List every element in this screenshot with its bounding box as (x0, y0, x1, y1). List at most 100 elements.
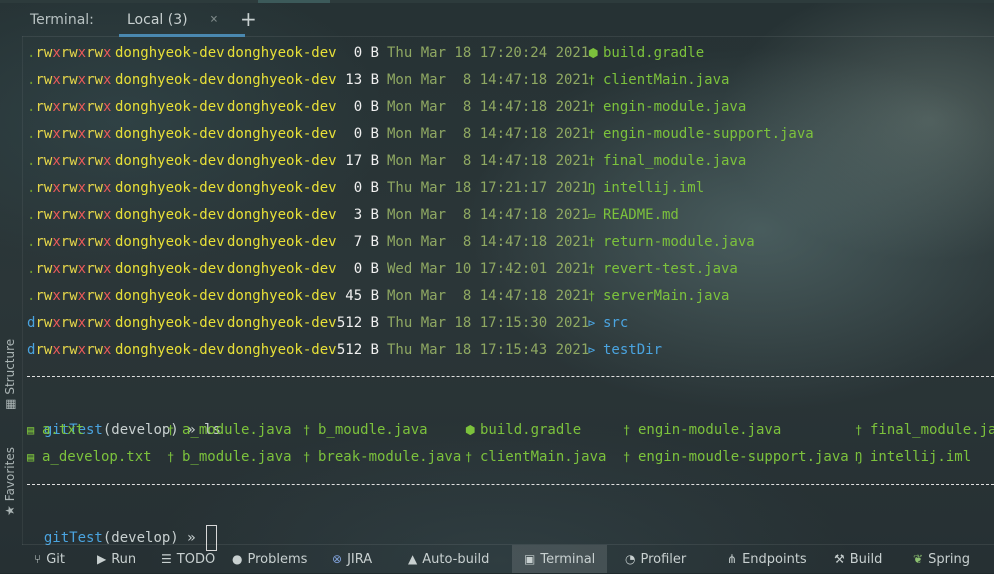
ls-file-name[interactable]: break-module.java (318, 444, 461, 471)
file-size: 0 B (353, 180, 379, 196)
file-name[interactable]: revert-test.java (603, 256, 738, 283)
file-size: 0 B (353, 261, 379, 277)
git-tool-button[interactable]: ⑂ Git (34, 545, 65, 573)
jira-tool-button[interactable]: ⊗ JIRA (332, 545, 372, 573)
java-icon: † (465, 450, 473, 464)
ls-file-name[interactable]: clientMain.java (480, 444, 606, 471)
java-icon: † (588, 73, 596, 87)
ls-file-name[interactable]: b_module.java (182, 444, 292, 471)
intellij-icon: Ŋ (855, 450, 863, 464)
modified-date: Mon Mar 8 14:47:18 2021 (387, 99, 590, 115)
modified-date: Wed Mar 10 17:42:01 2021 (387, 261, 590, 277)
build-label: Build (849, 552, 883, 567)
structure-icon: ▦ (3, 398, 17, 410)
bottom-tool-bar: ⑂ Git ▶ Run ☰ TODO ● Problems ⊗ JIRA ▲ Auto-bu… (22, 544, 994, 573)
profiler-label: Profiler (640, 552, 687, 567)
ls-file-name[interactable]: engin-module.java (638, 417, 781, 444)
modified-date: Mon Mar 8 14:47:18 2021 (387, 234, 590, 250)
java-icon: † (588, 100, 596, 114)
file-name[interactable]: testDir (603, 337, 662, 364)
todo-label: TODO (176, 552, 216, 567)
endpoints-tool-button[interactable]: ⋔ Endpoints (727, 545, 807, 573)
close-icon[interactable]: × (210, 12, 218, 27)
modified-date: Thu Mar 18 17:15:43 2021 (387, 342, 590, 358)
modified-date: Mon Mar 8 14:47:18 2021 (387, 153, 590, 169)
jira-label: JIRA (347, 552, 373, 567)
run-icon: ▶ (97, 552, 107, 566)
java-icon: † (588, 289, 596, 303)
favorites-label: Favorites (3, 447, 17, 502)
profiler-tool-button[interactable]: ◔ Profiler (625, 545, 686, 573)
java-icon: † (588, 262, 596, 276)
ls-file-name[interactable]: build.gradle (480, 417, 581, 444)
modified-date: Thu Mar 18 17:15:30 2021 (387, 315, 590, 331)
java-icon: † (303, 423, 311, 437)
file-name[interactable]: engin-moudle-support.java (603, 121, 814, 148)
file-name[interactable]: engin-module.java (603, 94, 746, 121)
git-label: Git (46, 552, 65, 567)
java-icon: † (623, 450, 631, 464)
modified-date: Thu Mar 18 17:20:24 2021 (387, 45, 590, 61)
terminal-tool-button[interactable]: ▣ Terminal (512, 545, 608, 573)
spring-leaf-icon: ❦ (913, 552, 924, 566)
ls-file-name[interactable]: final_module.java (870, 417, 994, 444)
jira-icon: ⊗ (332, 552, 343, 566)
problems-tool-button[interactable]: ● Problems (232, 545, 307, 573)
text-file-icon: ▤ (27, 450, 35, 464)
structure-tool-button[interactable]: ▦ Structure (3, 339, 17, 410)
file-size: 0 B (353, 45, 379, 61)
file-name[interactable]: intellij.iml (603, 175, 704, 202)
file-size: 17 B (345, 153, 379, 169)
ls-file-name[interactable]: intellij.iml (870, 444, 971, 471)
run-label: Run (111, 552, 137, 567)
file-size: 0 B (353, 126, 379, 142)
file-name[interactable]: build.gradle (603, 40, 704, 67)
modified-date: Mon Mar 8 14:47:18 2021 (387, 288, 590, 304)
structure-label: Structure (3, 338, 17, 395)
ls-file-name[interactable]: b_moudle.java (318, 417, 428, 444)
file-name[interactable]: README.md (603, 202, 679, 229)
modified-date: Mon Mar 8 14:47:18 2021 (387, 72, 590, 88)
endpoints-label: Endpoints (742, 552, 807, 567)
file-name[interactable]: final_module.java (603, 148, 746, 175)
run-tool-button[interactable]: ▶ Run (97, 545, 136, 573)
file-size: 45 B (345, 288, 379, 304)
file-size: 13 B (345, 72, 379, 88)
spring-tool-button[interactable]: ❦ Spring (913, 545, 970, 573)
java-icon: † (588, 235, 596, 249)
terminal-label: Terminal: (30, 12, 94, 28)
add-tab-icon[interactable]: + (240, 7, 257, 31)
file-size: 7 B (353, 234, 379, 250)
java-icon: † (623, 423, 631, 437)
separator-line (27, 376, 994, 377)
file-name[interactable]: clientMain.java (603, 67, 729, 94)
java-icon: † (588, 127, 596, 141)
ls-file-name[interactable]: a_module.java (182, 417, 292, 444)
profiler-icon: ◔ (625, 552, 636, 566)
file-size: 0 B (353, 99, 379, 115)
ls-file-name[interactable]: a.txt (42, 417, 84, 444)
endpoints-icon: ⋔ (727, 552, 738, 566)
warning-circle-icon: ● (232, 552, 243, 566)
prompt-line-ls: gitTest(develop) » ls (27, 390, 221, 438)
problems-label: Problems (247, 552, 308, 567)
file-name[interactable]: return-module.java (603, 229, 755, 256)
build-tool-button[interactable]: ⚒ Build (834, 545, 882, 573)
active-tab-indicator (119, 34, 245, 37)
todo-tool-button[interactable]: ☰ TODO (161, 545, 215, 573)
file-size: 512 B (336, 315, 379, 331)
tab-label: Local (3) (127, 12, 188, 28)
tab-local-3[interactable]: Local (3) × (119, 4, 253, 37)
prompt-line-current[interactable]: gitTest(develop) » (27, 498, 218, 551)
ls-file-name[interactable]: engin-moudle-support.java (638, 444, 849, 471)
favorites-tool-button[interactable]: ★ Favorites (3, 447, 17, 516)
autobuild-label: Auto-build (422, 552, 490, 567)
file-name[interactable]: serverMain.java (603, 283, 729, 310)
ls-file-name[interactable]: a_develop.txt (42, 444, 152, 471)
java-icon: † (303, 450, 311, 464)
autobuild-tool-button[interactable]: ▲ Auto-build (408, 545, 489, 573)
folder-icon: ⊳ (588, 343, 596, 357)
file-name[interactable]: src (603, 310, 628, 337)
gradle-icon: ⬢ (588, 46, 599, 60)
java-icon: † (167, 450, 175, 464)
